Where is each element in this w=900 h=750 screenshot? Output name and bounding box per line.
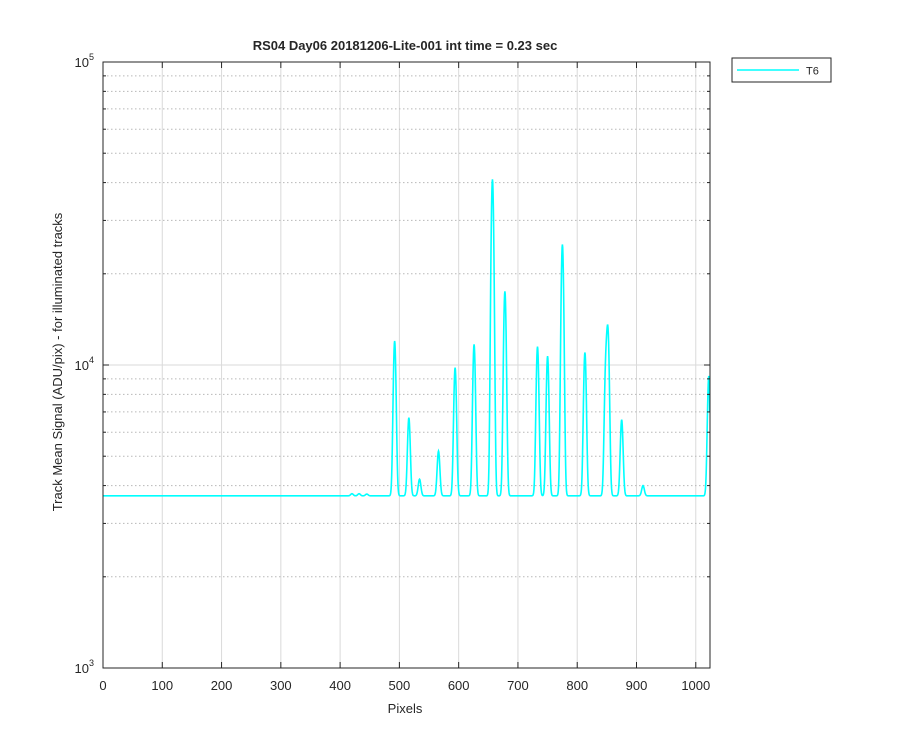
y-axis-label: Track Mean Signal (ADU/pix) - for illumi… <box>50 212 65 511</box>
figure: 0 100 200 300 400 500 600 700 800 900 1000 1031041… <box>0 0 900 750</box>
x-tick-label: 300 <box>270 678 292 693</box>
y-tick-label-exponent: 3 <box>89 658 94 668</box>
x-axis-label: Pixels <box>388 701 423 716</box>
y-tick-label-exponent: 4 <box>89 355 94 365</box>
x-tick-label: 600 <box>448 678 470 693</box>
y-tick-label-base: 10 <box>75 55 89 70</box>
x-tick-label: 400 <box>329 678 351 693</box>
x-tick-label: 0 <box>99 678 106 693</box>
axes: 0 100 200 300 400 500 600 700 800 900 1000 1031041… <box>75 52 711 693</box>
x-tick-label: 500 <box>389 678 411 693</box>
y-tick-label-base: 10 <box>75 358 89 373</box>
x-tick-label: 900 <box>626 678 648 693</box>
x-tick-label: 700 <box>507 678 529 693</box>
legend-label-t6: T6 <box>806 66 819 78</box>
x-tick-label: 800 <box>566 678 588 693</box>
legend[interactable]: T6 <box>731 57 832 83</box>
x-tick-label: 200 <box>211 678 233 693</box>
y-tick-label-exponent: 5 <box>89 52 94 62</box>
chart-title: RS04 Day06 20181206-Lite-001 int time = … <box>253 38 558 53</box>
x-tick-label: 100 <box>151 678 173 693</box>
y-tick-label-base: 10 <box>75 661 89 676</box>
x-tick-label: 1000 <box>681 678 710 693</box>
